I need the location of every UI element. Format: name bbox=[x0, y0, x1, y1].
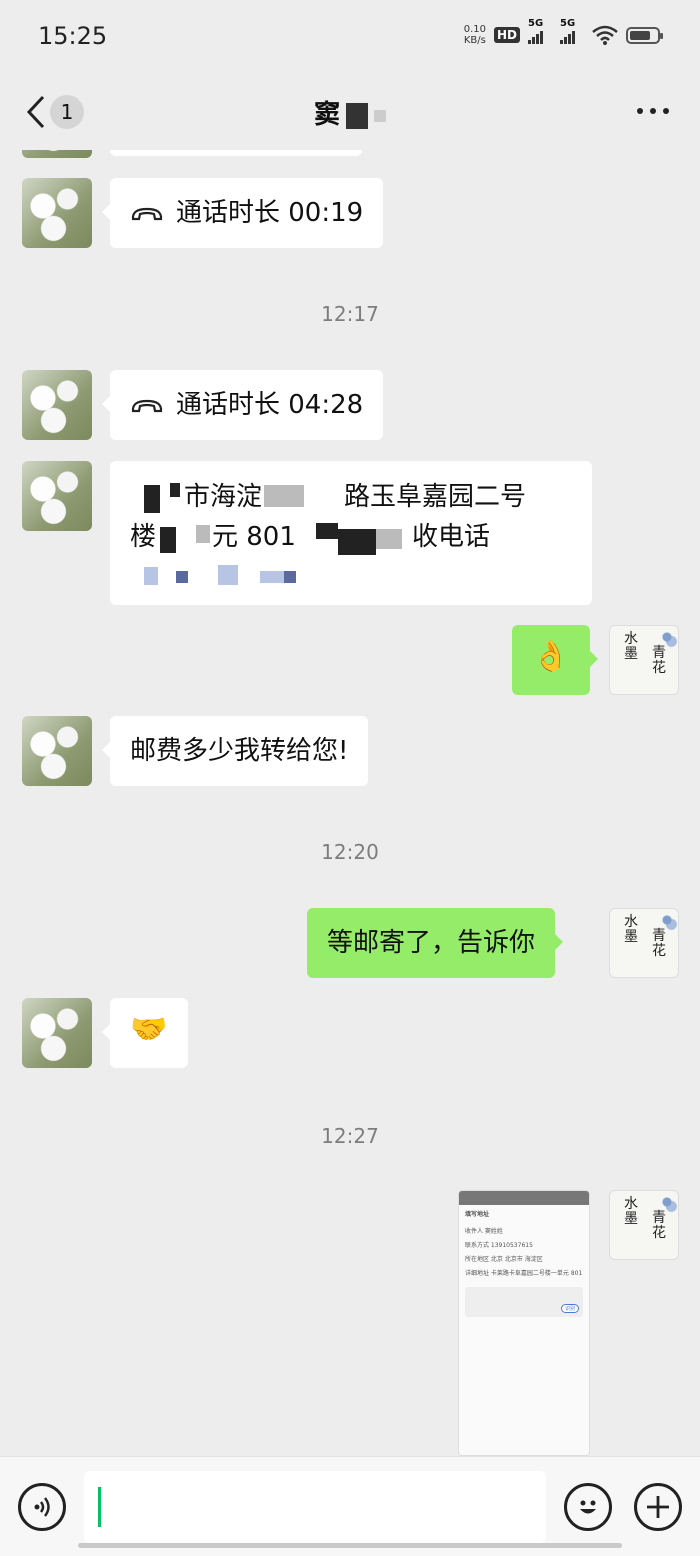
thumbnail-row: 联系方式 13910537615 bbox=[465, 1242, 533, 1249]
thumbnail-row: 所在地区 北京 北京市 海淀区 bbox=[465, 1256, 543, 1263]
status-time: 15:25 bbox=[38, 22, 108, 50]
blue-flower-decoration bbox=[656, 909, 678, 931]
smiley-icon bbox=[580, 1500, 596, 1514]
ok-emoji-bubble[interactable]: 👌 bbox=[512, 625, 598, 695]
thumbnail-row: 详细地址 卡莱路卡阜嘉园二号楼一单元 801 bbox=[465, 1270, 583, 1277]
redacted-mosaic bbox=[376, 529, 402, 549]
thumbnail-header: 填写地址 bbox=[465, 1211, 490, 1218]
more-options-button[interactable] bbox=[634, 96, 670, 126]
my-avatar[interactable]: 水墨 青花 bbox=[609, 625, 679, 695]
thumbnail-row: 收件人 窦姓姓 bbox=[465, 1228, 503, 1235]
more-functions-button[interactable] bbox=[634, 1483, 682, 1531]
message-bubble[interactable]: 邮费多少我转给您! bbox=[101, 716, 369, 786]
redacted-mosaic bbox=[338, 529, 376, 555]
chat-header: 1 窦 bbox=[0, 74, 700, 150]
signal-5g-2-icon: 5G bbox=[560, 18, 584, 44]
thumbnail-button: 识别 bbox=[560, 1304, 579, 1313]
call-duration-bubble[interactable]: 通话时长 04:28 bbox=[101, 370, 384, 440]
handshake-emoji-bubble[interactable]: 🤝 bbox=[102, 998, 188, 1068]
phone-hangup-icon bbox=[131, 207, 163, 220]
home-indicator[interactable] bbox=[78, 1543, 622, 1548]
contact-avatar[interactable] bbox=[22, 150, 92, 158]
contact-avatar[interactable] bbox=[22, 370, 92, 440]
redacted-mosaic bbox=[144, 567, 158, 585]
redacted-mosaic bbox=[196, 525, 210, 543]
emoji-button[interactable] bbox=[564, 1483, 612, 1531]
more-dots-icon bbox=[637, 108, 669, 114]
contact-avatar[interactable] bbox=[22, 716, 92, 786]
contact-avatar[interactable] bbox=[22, 998, 92, 1068]
redacted-mosaic bbox=[284, 571, 296, 583]
hd-call-icon: HD bbox=[493, 27, 520, 43]
message-bubble[interactable]: 等邮寄了，告诉你 bbox=[307, 908, 564, 978]
redacted-mosaic bbox=[144, 485, 160, 513]
redacted-mosaic bbox=[176, 571, 188, 583]
chat-title: 窦 bbox=[0, 94, 700, 131]
redacted-mosaic bbox=[316, 523, 338, 539]
signal-5g-1-icon: 5G bbox=[528, 18, 552, 44]
plus-icon bbox=[647, 1496, 669, 1518]
message-timestamp: 12:20 bbox=[321, 840, 379, 864]
phone-hangup-icon bbox=[131, 399, 163, 412]
voice-input-button[interactable] bbox=[18, 1483, 66, 1531]
blue-flower-decoration bbox=[656, 1191, 678, 1213]
network-speed: 0.10 KB/s bbox=[463, 24, 486, 46]
message-list[interactable]: 通话时长 00:19 12:17 通话时长 04:28 市海淀 路玉阜嘉园二号 … bbox=[0, 150, 700, 1456]
contact-avatar[interactable] bbox=[22, 461, 92, 531]
redacted-mosaic bbox=[170, 483, 180, 497]
message-timestamp: 12:27 bbox=[321, 1124, 379, 1148]
thumbnail-paste-box: 识别 bbox=[465, 1287, 583, 1317]
blue-flower-decoration bbox=[656, 626, 678, 648]
message-bubble[interactable] bbox=[110, 150, 362, 156]
wifi-icon bbox=[592, 25, 618, 45]
battery-fill bbox=[630, 30, 650, 40]
redacted-mosaic bbox=[346, 102, 368, 129]
my-avatar[interactable]: 水墨 青花 bbox=[609, 1190, 679, 1260]
text-caret bbox=[98, 1487, 101, 1527]
message-timestamp: 12:17 bbox=[321, 302, 379, 326]
address-message-bubble[interactable]: 市海淀 路玉阜嘉园二号 楼 元 801 收电话 bbox=[110, 461, 592, 605]
thumbnail-status-bar bbox=[459, 1191, 589, 1205]
redacted-mosaic bbox=[374, 109, 386, 122]
call-duration-bubble[interactable]: 通话时长 00:19 bbox=[101, 178, 384, 248]
status-icons: 0.10 KB/s HD 5G 5G bbox=[463, 18, 663, 46]
redacted-mosaic bbox=[160, 527, 176, 553]
status-bar: 15:25 0.10 KB/s HD 5G 5G bbox=[0, 0, 700, 74]
message-text-input[interactable] bbox=[84, 1471, 546, 1543]
redacted-mosaic bbox=[260, 571, 284, 583]
contact-avatar[interactable] bbox=[22, 178, 92, 248]
voice-icon bbox=[34, 1497, 50, 1517]
redacted-mosaic bbox=[218, 565, 238, 585]
my-avatar[interactable]: 水墨 青花 bbox=[609, 908, 679, 978]
battery-icon bbox=[626, 26, 663, 44]
input-bar bbox=[0, 1456, 700, 1556]
image-message-thumbnail[interactable]: 填写地址 收件人 窦姓姓 联系方式 13910537615 所在地区 北京 北京… bbox=[458, 1190, 590, 1456]
redacted-mosaic bbox=[264, 485, 304, 507]
